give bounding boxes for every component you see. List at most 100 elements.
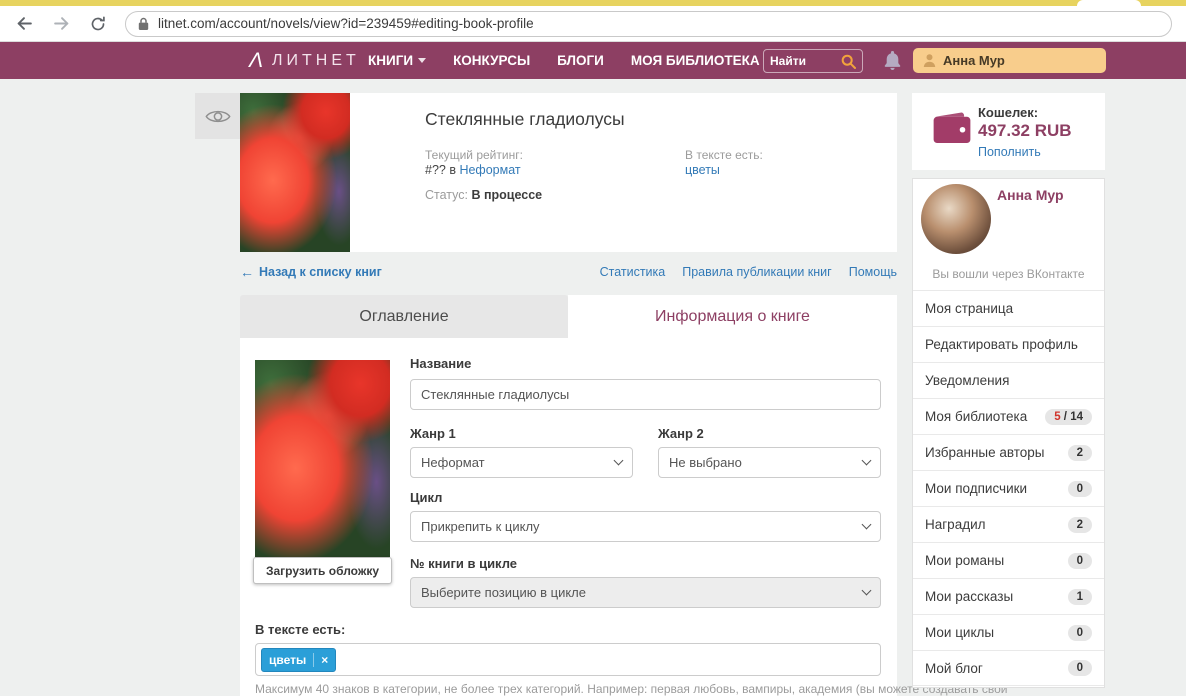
reload-icon[interactable]	[88, 14, 108, 34]
status-line: Статус: В процессе	[425, 188, 542, 202]
cycle-select[interactable]: Прикрепить к циклу	[410, 511, 881, 542]
upload-cover-button[interactable]: Загрузить обложку	[253, 557, 392, 584]
nav-item-label: БЛОГИ	[557, 53, 604, 68]
genre2-label: Жанр 2	[658, 426, 704, 441]
help-links: Статистика Правила публикации книг Помощ…	[600, 265, 897, 279]
genre2-select[interactable]: Не выбрано	[658, 447, 881, 478]
sidebar-item-badge: 5 / 14	[1045, 409, 1092, 425]
back-to-books-link[interactable]: ← Назад к списку книг	[240, 264, 382, 280]
site-logo[interactable]: Λ ЛИТНЕТ	[249, 42, 360, 79]
book-title: Стеклянные гладиолусы	[425, 109, 625, 130]
help-link[interactable]: Помощь	[849, 265, 897, 279]
genre2-value: Не выбрано	[669, 455, 742, 470]
nav-item-label: МОЯ БИБЛИОТЕКА	[631, 53, 760, 68]
url-text: litnet.com/account/novels/view?id=239459…	[158, 16, 534, 31]
notifications-bell-icon[interactable]	[884, 51, 901, 75]
litnet-logo-icon: Λ	[249, 49, 263, 73]
back-icon[interactable]	[14, 14, 34, 34]
sidebar-item-label: Мои романы	[925, 553, 1004, 568]
nav-item-label: КОНКУРСЫ	[453, 53, 530, 68]
genre1-select[interactable]: Неформат	[410, 447, 633, 478]
sidebar-item-my-subscribers[interactable]: Мои подписчики0	[913, 470, 1104, 506]
status-value: В процессе	[471, 188, 542, 202]
nav-menu: КНИГИ КОНКУРСЫ БЛОГИ МОЯ БИБЛИОТЕКА	[368, 42, 760, 79]
sidebar-item-badge: 0	[1068, 625, 1092, 641]
avatar[interactable]	[921, 184, 991, 254]
rating-label: Текущий рейтинг:	[425, 148, 523, 162]
wallet-topup-link[interactable]: Пополнить	[978, 145, 1041, 159]
cycle-value: Прикрепить к циклу	[421, 519, 540, 534]
sidebar-item-favorite-authors[interactable]: Избранные авторы 2	[913, 434, 1104, 470]
nav-item-books[interactable]: КНИГИ	[368, 53, 426, 68]
user-icon	[923, 54, 936, 67]
statistics-link[interactable]: Статистика	[600, 265, 666, 279]
nav-item-contests[interactable]: КОНКУРСЫ	[453, 53, 530, 68]
publication-rules-link[interactable]: Правила публикации книг	[682, 265, 831, 279]
logo-text: ЛИТНЕТ	[272, 52, 360, 70]
tags-label: В тексте есть:	[255, 622, 345, 637]
genre1-value: Неформат	[421, 455, 485, 470]
sidebar-item-label: Избранные авторы	[925, 445, 1045, 460]
tags-input[interactable]: цветы ×	[255, 643, 881, 676]
search-icon[interactable]	[841, 54, 856, 69]
tag-remove-icon[interactable]: ×	[313, 653, 328, 667]
app: litnet.com/account/novels/view?id=239459…	[0, 0, 1186, 696]
profile-name-link[interactable]: Анна Мур	[997, 187, 1064, 203]
sidebar-item-badge: 2	[1068, 517, 1092, 533]
sidebar-item-my-stories[interactable]: Мои рассказы1	[913, 578, 1104, 614]
sidebar-item-notifications[interactable]: Уведомления	[913, 362, 1104, 398]
cycle-label: Цикл	[410, 490, 442, 505]
nav-item-blogs[interactable]: БЛОГИ	[557, 53, 604, 68]
text-has-label: В тексте есть:	[685, 148, 763, 162]
sidebar-item-badge: 0	[1068, 660, 1092, 676]
sidebar-item-my-library[interactable]: Моя библиотека5 / 14	[913, 398, 1104, 434]
cycle-number-label: № книги в цикле	[410, 556, 517, 571]
sidebar-item-my-page[interactable]: Моя страница	[913, 290, 1104, 326]
sidebar-item-edit-profile[interactable]: Редактировать профиль	[913, 326, 1104, 362]
tag-chip-label: цветы	[269, 653, 306, 667]
rating-prefix: #?? в	[425, 163, 459, 177]
tab-book-info[interactable]: Информация о книге	[568, 295, 897, 338]
nav-item-my-library[interactable]: МОЯ БИБЛИОТЕКА	[631, 53, 760, 68]
cycle-number-value: Выберите позицию в цикле	[421, 585, 586, 600]
chevron-down-icon	[418, 58, 426, 63]
sidebar-item-label: Мои подписчики	[925, 481, 1027, 496]
preview-book-button[interactable]	[195, 93, 241, 139]
main-navbar: Λ ЛИТНЕТ КНИГИ КОНКУРСЫ БЛОГИ МОЯ БИБЛИОТЕК…	[0, 42, 1186, 79]
rating-genre-link[interactable]: Неформат	[459, 163, 520, 177]
text-has-tag-link[interactable]: цветы	[685, 163, 720, 177]
profile-card: Анна Мур Вы вошли через ВКонтакте Моя ст…	[912, 178, 1105, 688]
book-tabs: Оглавление Информация о книге	[240, 295, 897, 338]
profile-menu: Моя страница Редактировать профильУведомл…	[913, 290, 1104, 686]
eye-icon	[205, 108, 231, 125]
book-header-card: Стеклянные гладиолусы Текущий рейтинг: #…	[240, 93, 897, 252]
sidebar-item-label: Моя страница	[925, 301, 1013, 316]
sidebar-item-badge: 1	[1068, 589, 1092, 605]
name-label: Название	[410, 356, 471, 371]
login-note: Вы вошли через ВКонтакте	[913, 267, 1104, 281]
sidebar-item-label: Мои циклы	[925, 625, 994, 640]
book-name-input[interactable]	[410, 379, 881, 410]
tab-table-of-contents[interactable]: Оглавление	[240, 295, 568, 338]
chevron-down-icon	[614, 456, 624, 466]
left-arrow-icon: ←	[240, 264, 254, 280]
url-bar[interactable]: litnet.com/account/novels/view?id=239459…	[125, 11, 1172, 37]
chevron-down-icon	[862, 456, 872, 466]
sidebar-item-badge: 0	[1068, 553, 1092, 569]
cover-preview-image	[255, 360, 390, 557]
wallet-label: Кошелек:	[978, 105, 1038, 120]
cycle-number-select: Выберите позицию в цикле	[410, 577, 881, 608]
wallet-card: Кошелек: 497.32 RUB Пополнить	[912, 93, 1105, 170]
search-input[interactable]: Найти	[763, 49, 863, 73]
links-row: ← Назад к списку книг Статистика Правила…	[240, 264, 897, 280]
forward-icon[interactable]	[51, 14, 71, 34]
sidebar-item-my-novels[interactable]: Мои романы 0	[913, 542, 1104, 578]
sidebar-item-my-cycles[interactable]: Мои циклы 0	[913, 614, 1104, 650]
lock-icon	[138, 17, 149, 31]
book-cover-image[interactable]	[240, 93, 350, 252]
sidebar-item-my-blog[interactable]: Мой блог 0	[913, 650, 1104, 686]
user-menu-button[interactable]: Анна Мур	[913, 48, 1106, 73]
sidebar-item-badge: 2	[1068, 445, 1092, 461]
sidebar-item-label: Мой блог	[925, 661, 983, 676]
sidebar-item-rewarded[interactable]: Наградил2	[913, 506, 1104, 542]
